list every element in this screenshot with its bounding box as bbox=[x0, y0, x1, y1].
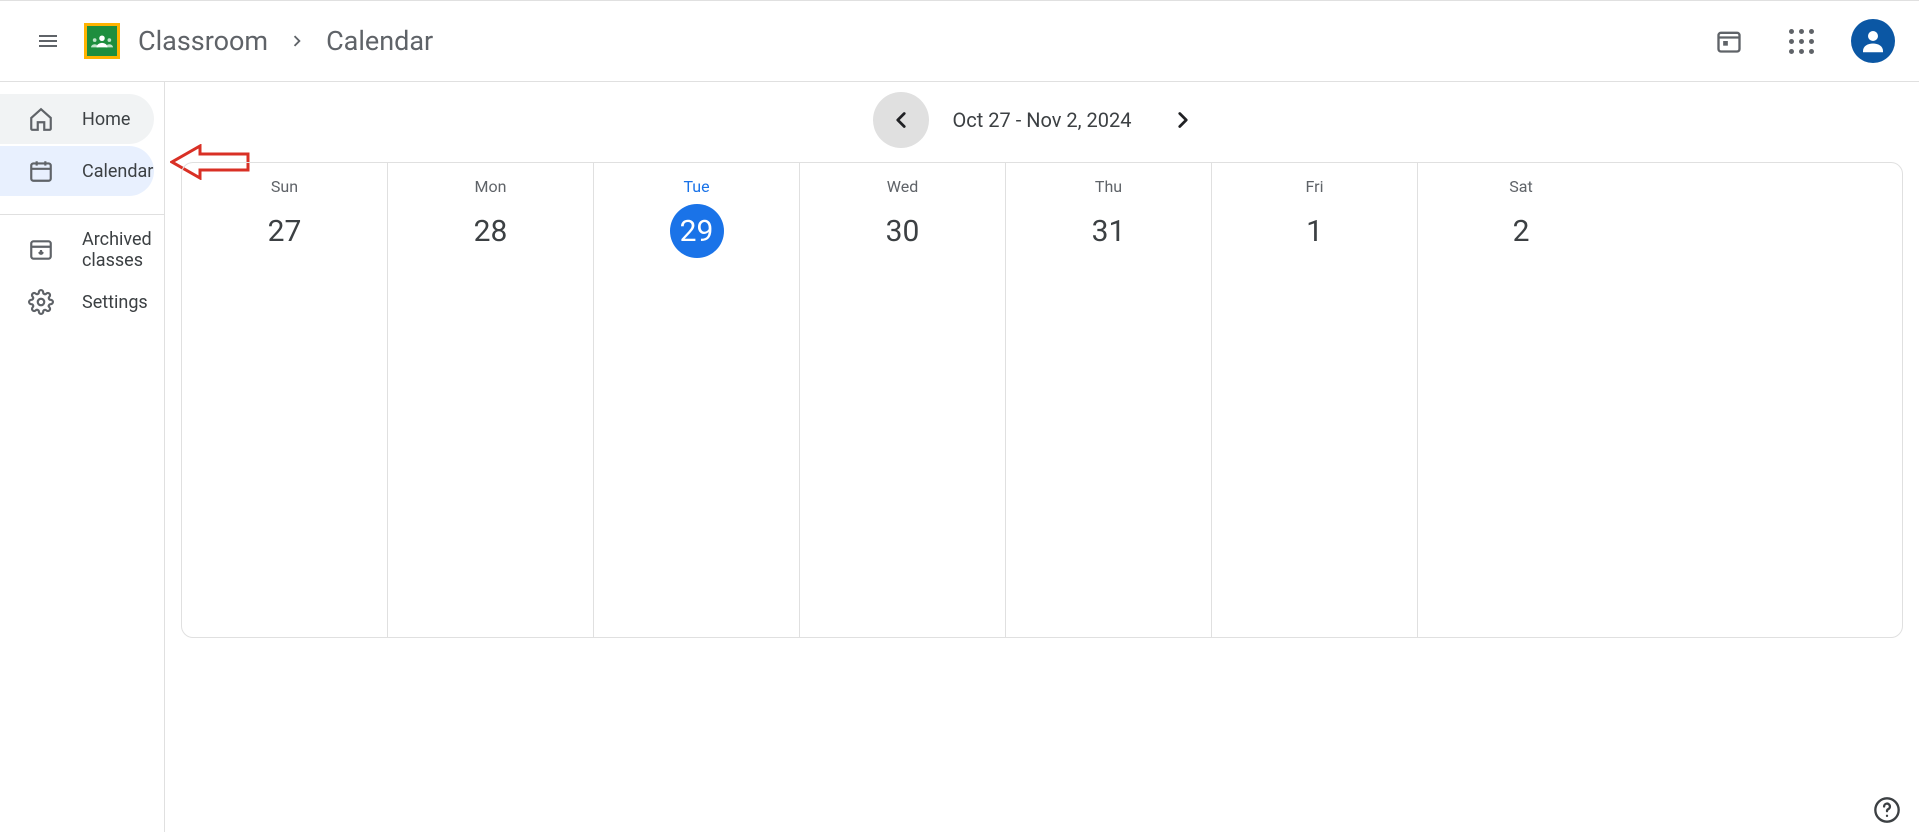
header-actions bbox=[1707, 19, 1895, 63]
hamburger-icon bbox=[36, 29, 60, 53]
day-column[interactable]: Thu 31 bbox=[1006, 163, 1212, 637]
app-header: Classroom Calendar bbox=[0, 0, 1919, 82]
sidebar-item-label: Home bbox=[82, 109, 130, 130]
main-menu-button[interactable] bbox=[24, 17, 72, 65]
help-button[interactable] bbox=[1871, 794, 1903, 826]
breadcrumb: Classroom Calendar bbox=[138, 25, 433, 57]
chevron-left-icon bbox=[888, 107, 914, 133]
help-icon bbox=[1873, 796, 1901, 824]
sidebar-item-settings[interactable]: Settings bbox=[0, 277, 154, 327]
classroom-logo[interactable] bbox=[84, 23, 120, 59]
day-name: Sat bbox=[1418, 177, 1624, 196]
open-google-calendar-button[interactable] bbox=[1707, 19, 1751, 63]
day-column[interactable]: Sat 2 bbox=[1418, 163, 1624, 637]
sidebar-item-label: Settings bbox=[82, 292, 148, 313]
archive-icon bbox=[28, 237, 54, 263]
date-range-label: Oct 27 - Nov 2, 2024 bbox=[943, 108, 1142, 132]
sidebar-item-home[interactable]: Home bbox=[0, 94, 154, 144]
breadcrumb-page: Calendar bbox=[326, 25, 433, 57]
sidebar-item-archived[interactable]: Archived classes bbox=[0, 225, 154, 275]
day-name: Sun bbox=[182, 177, 387, 196]
main-content: Oct 27 - Nov 2, 2024 Sun 27 Mon 28 Tue 29 Wed 3… bbox=[165, 82, 1919, 832]
sidebar-item-calendar[interactable]: Calendar bbox=[0, 146, 154, 196]
sidebar: Home Calendar Archived classes S bbox=[0, 82, 165, 832]
day-number: 30 bbox=[876, 204, 930, 258]
next-week-button[interactable] bbox=[1155, 92, 1211, 148]
day-name: Thu bbox=[1006, 177, 1211, 196]
day-number: 31 bbox=[1082, 204, 1136, 258]
calendar-open-icon bbox=[1715, 27, 1743, 55]
day-number: 29 bbox=[670, 204, 724, 258]
breadcrumb-app[interactable]: Classroom bbox=[138, 25, 268, 57]
prev-week-button[interactable] bbox=[873, 92, 929, 148]
day-column[interactable]: Wed 30 bbox=[800, 163, 1006, 637]
chevron-right-icon bbox=[286, 30, 308, 52]
day-column[interactable]: Sun 27 bbox=[182, 163, 388, 637]
calendar-scroll[interactable]: Sun 27 Mon 28 Tue 29 Wed 30 Thu 31 Fri 1 Sat 2 bbox=[182, 163, 1902, 637]
day-column[interactable]: Mon 28 bbox=[388, 163, 594, 637]
day-name: Mon bbox=[388, 177, 593, 196]
day-number: 2 bbox=[1494, 204, 1548, 258]
chevron-right-icon bbox=[1170, 107, 1196, 133]
calendar-week-view: Sun 27 Mon 28 Tue 29 Wed 30 Thu 31 Fri 1 Sat 2 bbox=[181, 162, 1903, 638]
person-icon bbox=[1858, 26, 1888, 56]
google-apps-button[interactable] bbox=[1779, 19, 1823, 63]
day-column[interactable]: Fri 1 bbox=[1212, 163, 1418, 637]
sidebar-item-label: Archived classes bbox=[82, 229, 154, 271]
classroom-logo-icon bbox=[91, 34, 113, 48]
date-navigation: Oct 27 - Nov 2, 2024 bbox=[165, 88, 1919, 152]
day-name: Tue bbox=[594, 177, 799, 196]
day-number: 28 bbox=[464, 204, 518, 258]
sidebar-item-label: Calendar bbox=[82, 161, 153, 182]
day-number: 1 bbox=[1288, 204, 1342, 258]
day-column[interactable]: Tue 29 bbox=[594, 163, 800, 637]
day-name: Fri bbox=[1212, 177, 1417, 196]
sidebar-divider bbox=[0, 214, 164, 215]
home-icon bbox=[28, 106, 54, 132]
day-number: 27 bbox=[258, 204, 312, 258]
account-avatar[interactable] bbox=[1851, 19, 1895, 63]
day-name: Wed bbox=[800, 177, 1005, 196]
settings-icon bbox=[28, 289, 54, 315]
calendar-icon bbox=[28, 158, 54, 184]
apps-grid-icon bbox=[1789, 29, 1814, 54]
